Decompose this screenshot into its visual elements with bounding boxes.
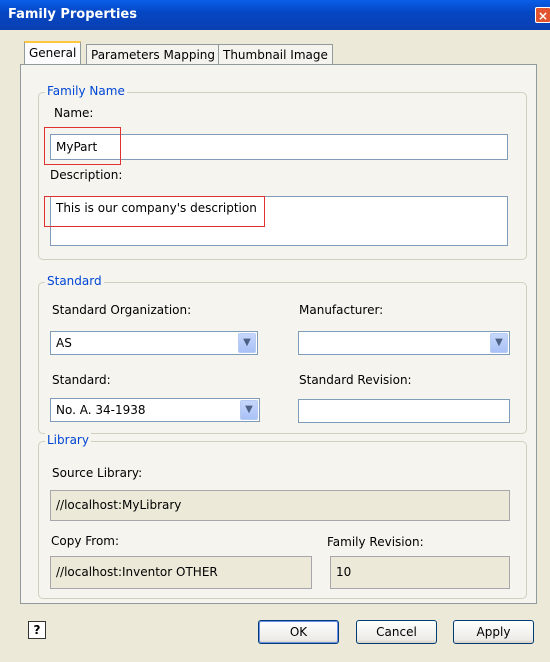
close-icon[interactable]: × (535, 7, 550, 23)
cancel-button[interactable]: Cancel (356, 620, 437, 644)
standard-value: No. A. 34-1938 (56, 403, 146, 417)
family-revision-field: 10 (330, 556, 510, 589)
source-library-value: //localhost:MyLibrary (56, 498, 182, 512)
standard-revision-label: Standard Revision: (299, 373, 412, 387)
help-icon[interactable]: ? (28, 621, 46, 639)
name-highlight-box (44, 127, 121, 165)
chevron-down-icon[interactable]: ▼ (240, 400, 258, 420)
tab-general[interactable]: General (24, 41, 82, 66)
tab-label: Thumbnail Image (223, 48, 328, 62)
standard-revision-field[interactable] (298, 399, 510, 423)
tab-label: Parameters Mapping (91, 48, 215, 62)
source-library-label: Source Library: (52, 466, 143, 480)
tab-parameters-mapping[interactable]: Parameters Mapping (86, 44, 220, 66)
copy-from-value: //localhost:Inventor OTHER (56, 565, 218, 579)
description-highlight-box (44, 196, 265, 227)
standard-label: Standard: (52, 373, 111, 387)
standard-select[interactable]: No. A. 34-1938 ▼ (50, 398, 260, 422)
title-bar: Family Properties × (0, 0, 550, 30)
chevron-down-icon[interactable]: ▼ (490, 333, 508, 353)
family-revision-label: Family Revision: (327, 535, 424, 549)
name-label: Name: (54, 106, 94, 120)
tab-label: General (29, 46, 77, 60)
manufacturer-select[interactable]: ▼ (298, 331, 510, 355)
description-label: Description: (50, 168, 123, 182)
family-revision-value: 10 (336, 565, 352, 579)
source-library-field: //localhost:MyLibrary (50, 490, 510, 521)
standard-organization-select[interactable]: AS ▼ (50, 331, 258, 355)
copy-from-label: Copy From: (51, 534, 120, 548)
manufacturer-label: Manufacturer: (299, 303, 384, 317)
tab-thumbnail-image[interactable]: Thumbnail Image (218, 44, 333, 66)
apply-button[interactable]: Apply (453, 620, 534, 644)
library-legend: Library (45, 433, 91, 447)
standard-organization-label: Standard Organization: (52, 303, 192, 317)
standard-legend: Standard (45, 274, 104, 288)
window-title: Family Properties (8, 7, 137, 22)
standard-organization-value: AS (56, 336, 72, 350)
family-name-legend: Family Name (45, 84, 127, 98)
chevron-down-icon[interactable]: ▼ (238, 333, 256, 353)
ok-button[interactable]: OK (258, 620, 339, 644)
copy-from-field: //localhost:Inventor OTHER (50, 556, 312, 589)
